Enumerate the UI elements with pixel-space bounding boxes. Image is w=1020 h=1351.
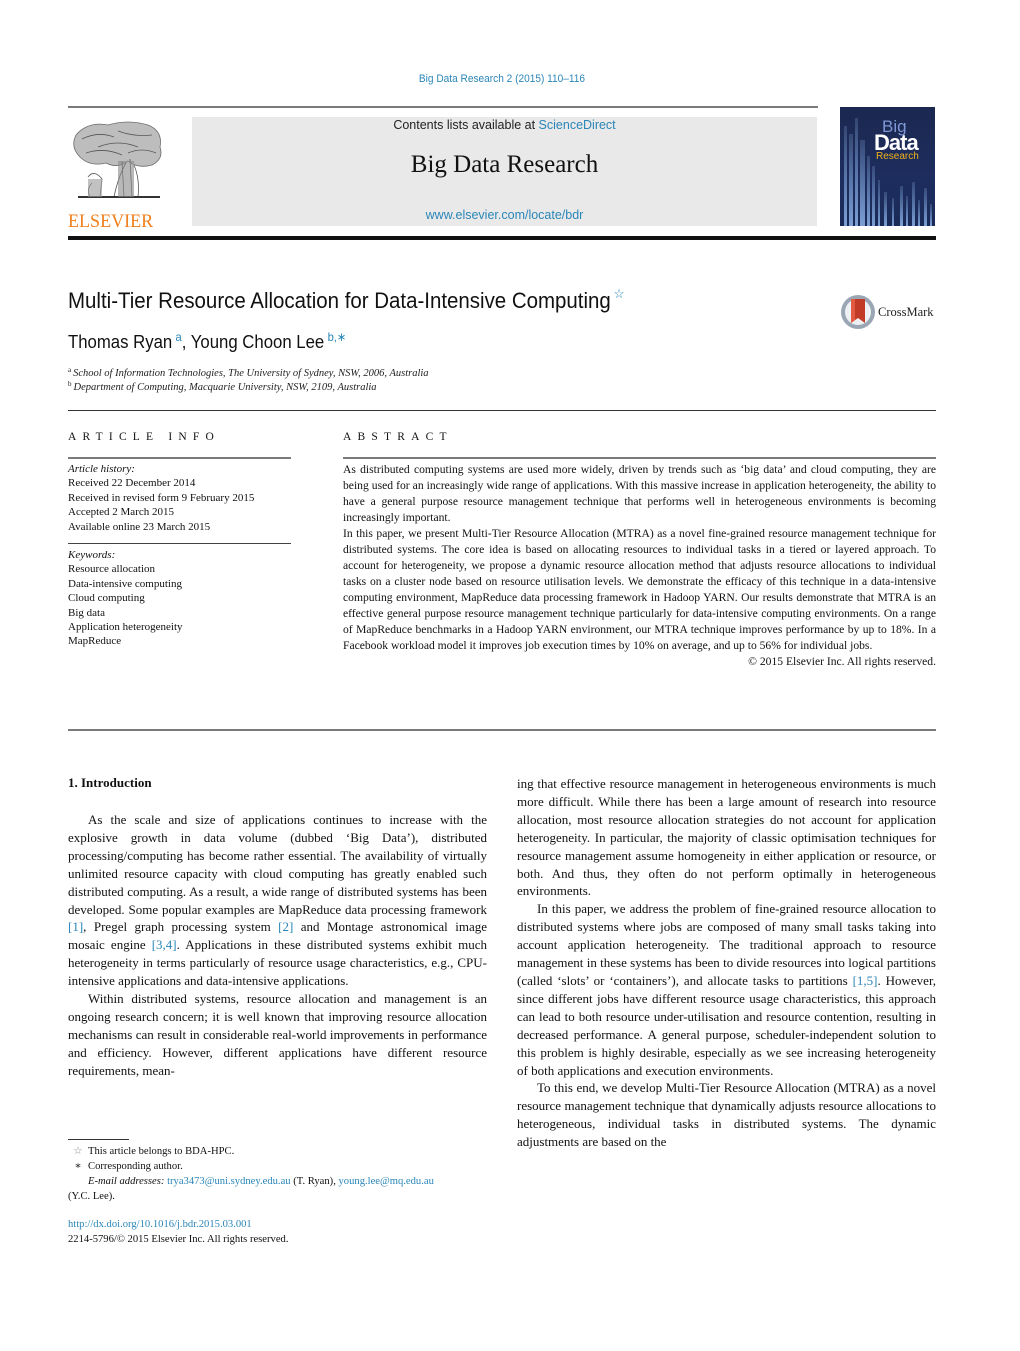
- footnote-star-icon: ☆: [73, 1146, 83, 1157]
- body-text: As the scale and size of applications co…: [68, 812, 487, 917]
- email-owner: (T. Ryan),: [290, 1176, 339, 1187]
- abstract-paragraph: As distributed computing systems are use…: [343, 463, 936, 524]
- body-paragraph: As the scale and size of applications co…: [68, 811, 487, 990]
- header-top-rule: [68, 106, 818, 108]
- author-list: Thomas Ryan a, Young Choon Lee b,∗: [68, 330, 346, 353]
- journal-url-link[interactable]: www.elsevier.com/locate/bdr: [192, 208, 817, 222]
- article-history: Article history: Received 22 December 20…: [68, 462, 254, 534]
- divider: [68, 543, 291, 544]
- keyword-item: Big data: [68, 606, 105, 619]
- author-name[interactable]: Young Choon Lee: [191, 332, 324, 352]
- body-column-left: As the scale and size of applications co…: [68, 811, 487, 1080]
- elsevier-tree-icon: [73, 121, 162, 198]
- history-item: Received in revised form 9 February 2015: [68, 491, 255, 504]
- crossmark-label: CrossMark: [878, 305, 934, 319]
- email-link[interactable]: trya3473@uni.sydney.edu.au: [167, 1176, 291, 1187]
- body-paragraph: To this end, we develop Multi-Tier Resou…: [517, 1079, 936, 1151]
- article-title-text: Multi-Tier Resource Allocation for Data-…: [68, 288, 611, 313]
- divider: [68, 457, 291, 459]
- keyword-item: Application heterogeneity: [68, 621, 183, 634]
- citation-link[interactable]: [1,5]: [853, 973, 878, 988]
- history-item: Available online 23 March 2015: [68, 520, 211, 533]
- footnote: ☆ This article belongs to BDA-HPC.: [68, 1145, 488, 1160]
- body-text: Within distributed systems, resource all…: [68, 991, 487, 1078]
- footnote: ∗ Corresponding author.: [68, 1160, 488, 1175]
- affiliation: b Department of Computing, Macquarie Univ…: [68, 380, 377, 393]
- affiliation: a School of Information Technologies, The…: [68, 366, 429, 379]
- keywords-label: Keywords:: [68, 549, 116, 561]
- article-title: Multi-Tier Resource Allocation for Data-…: [68, 286, 624, 314]
- body-column-right: ing that effective resource management i…: [517, 775, 936, 1151]
- footnote-rule: [68, 1139, 129, 1140]
- body-text: , Pregel graph processing system: [83, 919, 279, 935]
- contents-line: Contents lists available at ScienceDirec…: [192, 118, 817, 132]
- article-info-heading: ARTICLE INFO: [68, 431, 220, 443]
- affiliation-mark: b: [68, 380, 72, 388]
- email-owner: (Y.C. Lee).: [68, 1190, 115, 1202]
- abstract-paragraph: In this paper, we present Multi-Tier Res…: [343, 527, 936, 652]
- issn-copyright: 2214-5796/© 2015 Elsevier Inc. All right…: [68, 1234, 289, 1245]
- abstract-body: As distributed computing systems are use…: [343, 462, 936, 670]
- keywords: Keywords: Resource allocation Data-inten…: [68, 548, 183, 649]
- divider: [343, 457, 936, 459]
- journal-reference-link[interactable]: Big Data Research 2 (2015) 110–116: [40, 73, 964, 85]
- keyword-item: Cloud computing: [68, 592, 145, 605]
- affiliation-text: School of Information Technologies, The …: [73, 368, 429, 379]
- body-paragraph: ing that effective resource management i…: [517, 775, 936, 900]
- body-paragraph: Within distributed systems, resource all…: [68, 990, 487, 1080]
- corresponding-asterisk-icon: ∗: [74, 1161, 82, 1172]
- crossmark-button[interactable]: CrossMark: [840, 294, 940, 330]
- citation-link[interactable]: [3,4]: [152, 937, 177, 952]
- footnote-text: This article belongs to BDA-HPC.: [88, 1146, 235, 1157]
- author-affil-mark[interactable]: b,∗: [328, 330, 347, 344]
- author-separator: ,: [181, 332, 191, 352]
- keyword-item: MapReduce: [68, 635, 122, 648]
- elsevier-logo[interactable]: ELSEVIER: [68, 117, 168, 232]
- doi-link[interactable]: http://dx.doi.org/10.1016/j.bdr.2015.03.…: [68, 1218, 252, 1233]
- title-footnote-star-icon[interactable]: ☆: [614, 286, 625, 301]
- divider: [68, 410, 936, 411]
- history-item: Accepted 2 March 2015: [68, 506, 174, 519]
- contents-prefix: Contents lists available at: [393, 118, 539, 132]
- article-history-label: Article history:: [68, 463, 135, 475]
- elsevier-wordmark: ELSEVIER: [68, 211, 154, 232]
- abstract-heading: ABSTRACT: [343, 431, 453, 443]
- citation-link[interactable]: [2]: [278, 919, 293, 934]
- affiliation-mark: a: [68, 366, 72, 374]
- body-text: To this end, we develop Multi-Tier Resou…: [517, 1080, 936, 1150]
- body-text: . However, since different jobs have dif…: [517, 972, 937, 1078]
- author-name[interactable]: Thomas Ryan: [68, 332, 172, 352]
- keyword-item: Resource allocation: [68, 563, 156, 576]
- cover-title-research: Research: [876, 151, 919, 162]
- email-link[interactable]: young.lee@mq.edu.au: [339, 1176, 434, 1187]
- abstract-copyright: © 2015 Elsevier Inc. All rights reserved…: [748, 655, 936, 668]
- keyword-item: Data-intensive computing: [68, 577, 182, 590]
- section-heading: 1. Introduction: [68, 775, 152, 790]
- divider: [68, 729, 936, 731]
- history-item: Received 22 December 2014: [68, 477, 196, 490]
- body-text: ing that effective resource management i…: [517, 776, 936, 899]
- citation-link[interactable]: [1]: [68, 919, 83, 934]
- email-label: E-mail addresses:: [88, 1176, 165, 1187]
- body-paragraph: In this paper, we address the problem of…: [517, 900, 936, 1079]
- crossmark-icon: [841, 295, 875, 329]
- footnote-text: Corresponding author.: [88, 1161, 183, 1172]
- journal-title: Big Data Research: [410, 151, 599, 178]
- affiliation-text: Department of Computing, Macquarie Unive…: [73, 382, 377, 393]
- header-thick-rule: [68, 236, 936, 240]
- sciencedirect-link[interactable]: ScienceDirect: [539, 118, 616, 132]
- journal-cover-image[interactable]: Big Data Research: [840, 107, 935, 226]
- email-footnote: E-mail addresses: trya3473@uni.sydney.ed…: [68, 1175, 488, 1204]
- journal-masthead: Contents lists available at ScienceDirec…: [192, 117, 817, 226]
